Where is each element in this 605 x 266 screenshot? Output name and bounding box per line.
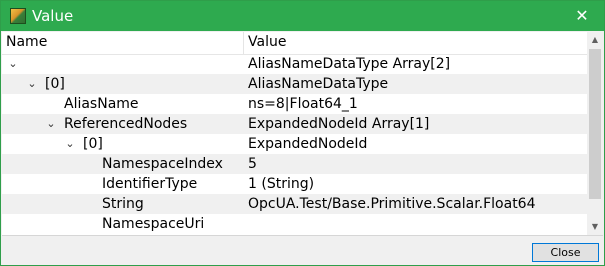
tree-row-value: AliasNameDataType Array[2] bbox=[248, 56, 451, 72]
value-dialog: Value ✕ Name Value ⌄ AliasNameDataType Ar… bbox=[0, 0, 605, 266]
tree-row-name: [0] bbox=[83, 136, 103, 152]
close-button[interactable]: Close bbox=[532, 243, 599, 262]
tree-row[interactable]: String OpcUA.Test/Base.Primitive.Scalar.F… bbox=[2, 194, 587, 214]
window-title: Value bbox=[32, 7, 74, 25]
chevron-down-icon[interactable]: ⌄ bbox=[63, 134, 77, 154]
tree-row-value: ExpandedNodeId Array[1] bbox=[248, 116, 430, 132]
scroll-down-icon[interactable]: ▼ bbox=[587, 219, 603, 235]
chevron-down-icon[interactable]: ⌄ bbox=[44, 114, 58, 134]
title-bar[interactable]: Value ✕ bbox=[1, 1, 604, 31]
tree-row-name: NamespaceIndex bbox=[102, 156, 223, 172]
column-header-name[interactable]: Name bbox=[6, 34, 47, 50]
tree-row-value: 1 (String) bbox=[248, 176, 315, 192]
tree-row-value: AliasNameDataType bbox=[248, 76, 389, 92]
tree-row-value: ExpandedNodeId bbox=[248, 136, 368, 152]
column-header-value[interactable]: Value bbox=[248, 34, 286, 50]
tree-row[interactable]: IdentifierType 1 (String) bbox=[2, 174, 587, 194]
column-divider[interactable] bbox=[243, 32, 244, 54]
vertical-scrollbar[interactable]: ▲ ▼ bbox=[587, 32, 603, 235]
tree-rows: ⌄ AliasNameDataType Array[2] ⌄ [0] AliasName… bbox=[2, 54, 587, 234]
tree-row-name: IdentifierType bbox=[102, 176, 198, 192]
tree-row-value: 5 bbox=[248, 156, 257, 172]
tree-row-name: String bbox=[102, 196, 144, 212]
tree-row-name: [0] bbox=[45, 76, 65, 92]
chevron-down-icon[interactable]: ⌄ bbox=[6, 54, 20, 74]
scroll-up-icon[interactable]: ▲ bbox=[587, 32, 603, 48]
tree-row-name: ReferencedNodes bbox=[64, 116, 188, 132]
tree-row[interactable]: ⌄ [0] ExpandedNodeId bbox=[2, 134, 587, 154]
tree-row-name: AliasName bbox=[64, 96, 139, 112]
tree-row[interactable]: NamespaceUri bbox=[2, 214, 587, 234]
tree-row[interactable]: ⌄ [0] AliasNameDataType bbox=[2, 74, 587, 94]
tree-row-value: ns=8|Float64_1 bbox=[248, 96, 358, 112]
tree-row[interactable]: ⌄ ReferencedNodes ExpandedNodeId Array[1] bbox=[2, 114, 587, 134]
tree-row[interactable]: AliasName ns=8|Float64_1 bbox=[2, 94, 587, 114]
app-icon bbox=[10, 8, 26, 24]
value-tree: Name Value ⌄ AliasNameDataType Array[2] ⌄ [… bbox=[2, 32, 603, 236]
close-icon[interactable]: ✕ bbox=[560, 1, 604, 31]
column-header: Name Value bbox=[2, 32, 587, 55]
tree-row-value: OpcUA.Test/Base.Primitive.Scalar.Float64 bbox=[248, 196, 536, 212]
chevron-down-icon[interactable]: ⌄ bbox=[25, 74, 39, 94]
tree-row-name: NamespaceUri bbox=[102, 216, 205, 232]
scroll-thumb[interactable] bbox=[589, 49, 601, 199]
tree-row[interactable]: ⌄ AliasNameDataType Array[2] bbox=[2, 54, 587, 74]
tree-row[interactable]: NamespaceIndex 5 bbox=[2, 154, 587, 174]
